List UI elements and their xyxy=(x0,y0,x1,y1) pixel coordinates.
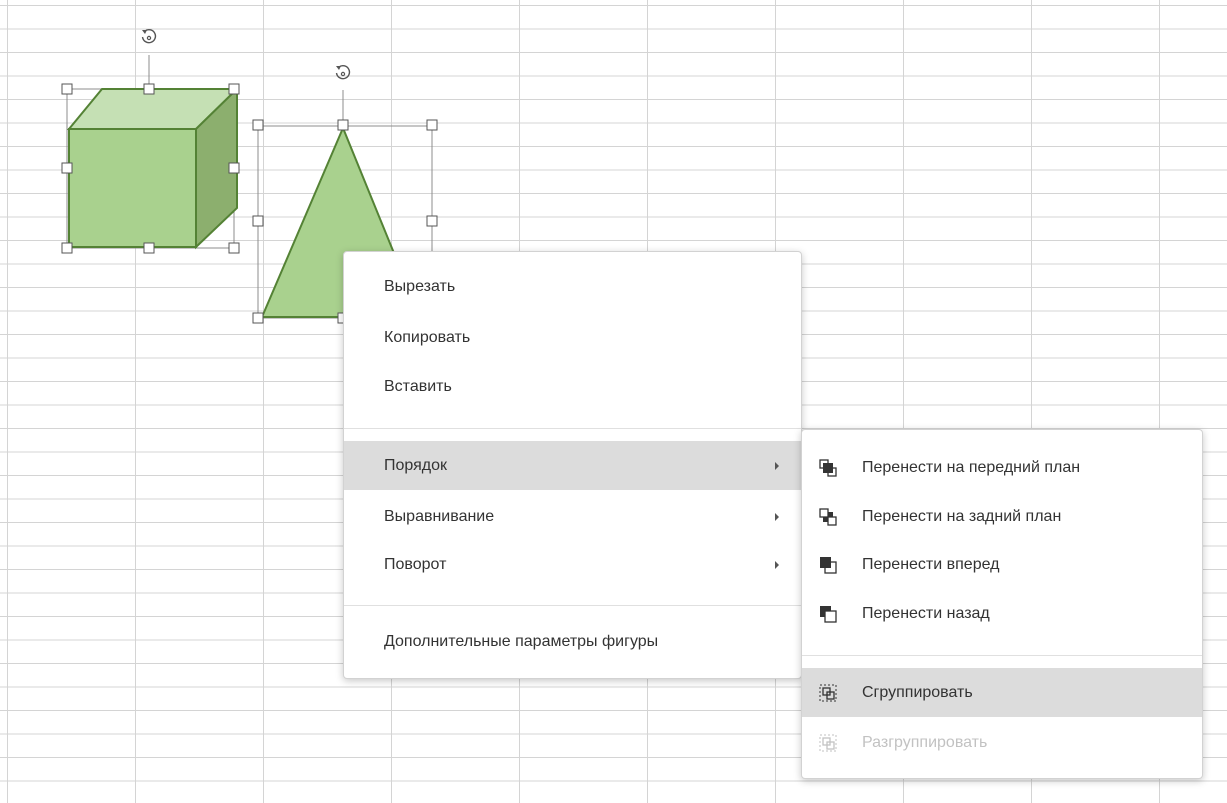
submenu-item-label: Перенести назад xyxy=(862,604,990,622)
submenu-item-label: Перенести вперед xyxy=(862,555,1000,573)
bring-to-front-icon xyxy=(819,458,837,477)
submenu-item-send-backward[interactable]: Перенести назад xyxy=(802,589,1202,638)
submenu-item-send-to-back[interactable]: Перенести на задний план xyxy=(802,492,1202,541)
group-icon xyxy=(819,684,837,701)
menu-item-label: Выравнивание xyxy=(384,507,495,525)
menu-item-label: Вставить xyxy=(384,377,452,395)
rotate-icon[interactable] xyxy=(333,63,353,83)
menu-item-order[interactable]: Порядок xyxy=(344,441,801,490)
submenu-arrow-icon xyxy=(775,512,779,521)
menu-item-copy[interactable]: Копировать xyxy=(344,313,801,362)
submenu-item-bring-to-front[interactable]: Перенести на передний план xyxy=(802,443,1202,492)
rotate-icon[interactable] xyxy=(139,27,159,47)
menu-separator xyxy=(344,428,801,429)
menu-item-align[interactable]: Выравнивание xyxy=(344,492,801,541)
submenu-item-ungroup: Разгруппировать xyxy=(802,718,1202,767)
menu-item-shape-settings[interactable]: Дополнительные параметры фигуры xyxy=(344,617,801,666)
context-menu: Вырезать Копировать Вставить Порядок Выр… xyxy=(343,251,802,679)
submenu-item-group[interactable]: Сгруппировать xyxy=(802,668,1202,717)
submenu-item-label: Разгруппировать xyxy=(862,733,988,751)
menu-separator xyxy=(344,605,801,606)
menu-item-paste[interactable]: Вставить xyxy=(344,362,801,411)
send-to-back-icon xyxy=(819,507,837,526)
menu-item-label: Вырезать xyxy=(384,277,456,295)
menu-item-label: Порядок xyxy=(384,456,448,474)
menu-item-label: Копировать xyxy=(384,328,471,346)
bring-forward-icon xyxy=(820,556,837,574)
submenu-item-label: Перенести на передний план xyxy=(862,458,1081,476)
menu-item-cut[interactable]: Вырезать xyxy=(344,262,801,311)
menu-item-label: Поворот xyxy=(384,555,447,573)
menu-item-rotate[interactable]: Поворот xyxy=(344,540,801,589)
submenu-item-bring-forward[interactable]: Перенести вперед xyxy=(802,540,1202,589)
order-submenu: Перенести на передний план Перенести на … xyxy=(801,429,1203,779)
submenu-item-label: Сгруппировать xyxy=(862,683,973,701)
menu-item-label: Дополнительные параметры фигуры xyxy=(384,632,659,650)
ungroup-icon xyxy=(819,734,837,751)
send-backward-icon xyxy=(820,605,837,623)
menu-separator xyxy=(802,655,1202,656)
submenu-arrow-icon xyxy=(775,560,779,569)
submenu-arrow-icon xyxy=(775,461,779,470)
submenu-item-label: Перенести на задний план xyxy=(862,507,1062,525)
